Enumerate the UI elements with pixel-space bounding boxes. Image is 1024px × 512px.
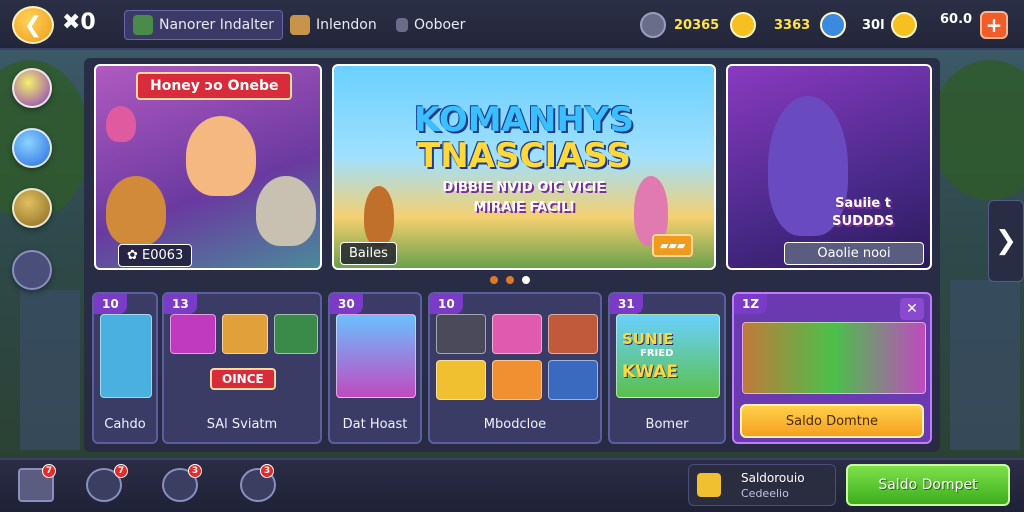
tab-label: Ooboer <box>414 17 466 33</box>
banner-tag: ▰▰▰ <box>652 234 694 257</box>
currency-gem[interactable]: 30l <box>820 12 917 38</box>
side-map-button[interactable] <box>12 188 52 228</box>
game-card[interactable]: 10 Mbodcloe <box>428 292 602 444</box>
card-title: Cahdo <box>104 417 146 432</box>
banner-title: KOMANHYS <box>414 100 634 140</box>
notification-badge: 3 <box>188 464 202 478</box>
card-art <box>100 314 152 398</box>
banner-label: Honey ɔo Onebe <box>136 72 293 100</box>
card-number: 1Z <box>734 294 768 314</box>
character-mouse <box>256 176 316 246</box>
character-kid <box>364 186 394 246</box>
card-tile <box>436 360 486 400</box>
add-currency-button[interactable]: + <box>980 11 1008 39</box>
banner-footer: Bailes <box>340 242 397 265</box>
character-icon <box>133 15 153 35</box>
banner-caption: Sauiie t <box>835 196 891 211</box>
card-number: 13 <box>164 294 197 314</box>
card-title: Bomer <box>645 417 689 432</box>
character-bear <box>106 176 166 246</box>
background-building <box>20 290 80 450</box>
background-building <box>950 280 1020 450</box>
primary-action-button[interactable]: Saldo Dompet <box>846 464 1010 506</box>
trophy-icon <box>640 12 666 38</box>
back-arrow-icon: ❮ <box>23 12 43 38</box>
background-tree <box>930 60 1024 200</box>
card-tile <box>170 314 216 354</box>
side-orb-button[interactable] <box>12 68 52 108</box>
tab-inlendon[interactable]: Inlendon <box>290 10 377 40</box>
wallet-icon <box>697 473 721 497</box>
banner-caption: SUDDDS <box>832 214 894 229</box>
card-tile <box>492 360 542 400</box>
back-button[interactable]: ❮ <box>12 6 54 44</box>
coin-icon <box>890 12 917 38</box>
plus-icon: + <box>985 13 1003 37</box>
carousel-dot-active[interactable] <box>522 276 530 284</box>
banner-right[interactable]: Sauiie t SUDDDS Oaolie nooi <box>726 64 932 270</box>
card-number: 10 <box>94 294 127 314</box>
card-art <box>336 314 416 398</box>
close-icon[interactable]: ✕ <box>900 298 924 320</box>
carousel-dot[interactable] <box>490 276 498 284</box>
game-card[interactable]: 31 SUNIE FRIED KWAE Bomer <box>608 292 726 444</box>
banner-footer: ✿ E0063 <box>118 244 193 267</box>
wallet-line2: Cedeelio <box>741 487 789 500</box>
card-tile <box>222 314 268 354</box>
card-inner-label: OINCE <box>210 368 276 390</box>
chest-icon <box>290 15 310 35</box>
gem-icon <box>820 12 846 38</box>
currency-value: 30l <box>862 17 885 33</box>
tab-label: Inlendon <box>316 17 377 33</box>
currency-value: 60.0 <box>940 12 973 27</box>
currency-trophy[interactable]: 20365 <box>640 12 719 38</box>
card-art-text: FRIED <box>640 348 674 359</box>
notification-badge: 7 <box>42 464 56 478</box>
tab-main[interactable]: Nanorer Indalter <box>124 10 283 40</box>
carousel-dots <box>490 276 530 284</box>
banner-title: TNASCIASS <box>417 136 631 176</box>
card-action-button[interactable]: Saldo Domtne <box>740 404 924 438</box>
card-number: 10 <box>430 294 463 314</box>
coin-icon <box>730 12 756 38</box>
wallet-info[interactable]: Saldorouio Cedeelio <box>688 464 836 506</box>
card-number: 30 <box>330 294 363 314</box>
card-tile <box>274 314 318 354</box>
notification-badge: 3 <box>260 464 274 478</box>
banner-footer: Oaolie nooi <box>784 242 924 265</box>
tab-label: Nanorer Indalter <box>159 17 274 33</box>
carousel-dot[interactable] <box>506 276 514 284</box>
side-mic-button[interactable] <box>12 250 52 290</box>
card-tile <box>548 314 598 354</box>
card-title: SAl Sviatm <box>206 417 278 432</box>
notification-badge: 7 <box>114 464 128 478</box>
card-tile <box>548 360 598 400</box>
game-card[interactable]: 10 Cahdo <box>92 292 158 444</box>
card-number: 31 <box>610 294 643 314</box>
card-art <box>742 322 926 394</box>
currency-energy[interactable]: 60.0 <box>940 12 972 27</box>
banner-left[interactable]: Honey ɔo Onebe ✿ E0063 <box>94 64 322 270</box>
card-art-text: KWAE <box>622 362 678 382</box>
character-boy <box>186 116 256 196</box>
balloon <box>106 106 136 142</box>
game-card[interactable]: 30 Dat Hoast <box>328 292 422 444</box>
next-banner-button[interactable]: ❯ <box>988 200 1024 282</box>
currency-value: 3363 <box>774 17 811 33</box>
card-title: Dat Hoast <box>342 417 408 432</box>
wallet-line1: Saldorouio <box>741 471 805 485</box>
card-tile <box>436 314 486 354</box>
card-art-text: SUNIE <box>622 330 674 348</box>
currency-value: 20365 <box>674 17 720 33</box>
close-counter[interactable]: ✖0 <box>62 10 96 35</box>
side-balloon-button[interactable] <box>12 128 52 168</box>
game-card[interactable]: 13 OINCE SAl Sviatm <box>162 292 322 444</box>
tab-ooboer[interactable]: Ooboer <box>396 10 465 40</box>
card-title: Mbodcloe <box>483 417 547 432</box>
currency-gold[interactable]: 3363 <box>730 12 810 38</box>
chevron-right-icon: ❯ <box>995 226 1017 256</box>
card-tile <box>492 314 542 354</box>
banner-center[interactable]: KOMANHYS TNASCIASS DIBBIE NVID OIC VICIE… <box>332 64 716 270</box>
box-icon <box>396 18 408 32</box>
